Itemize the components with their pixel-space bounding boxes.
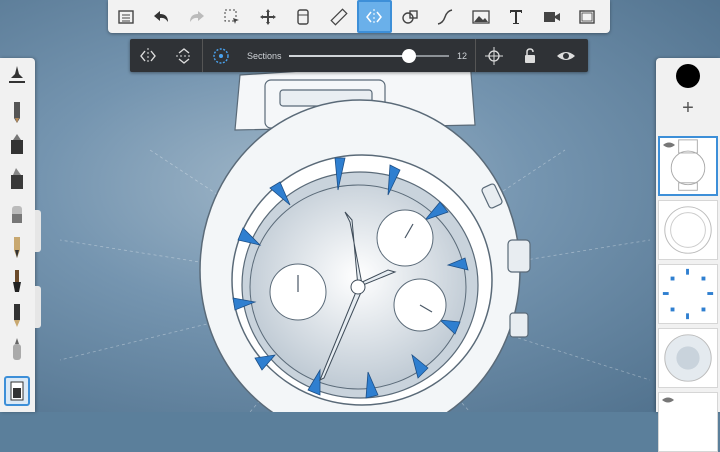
image-button[interactable]: [463, 0, 499, 33]
visibility-button[interactable]: [548, 39, 584, 72]
palette-resize-handle[interactable]: [35, 286, 41, 328]
fullscreen-button[interactable]: [570, 0, 606, 33]
pencil-icon: [14, 102, 20, 123]
radial-symmetry-icon: [213, 47, 229, 64]
add-layer-button[interactable]: +: [678, 98, 698, 118]
redo-icon: [189, 10, 204, 22]
smudge-icon: [13, 338, 21, 360]
brush-palette: [0, 58, 35, 412]
sections-value: 12: [456, 50, 467, 61]
selected-brush-icon: [10, 381, 24, 401]
eye-icon: [663, 142, 675, 148]
symmetry-center-button[interactable]: [476, 39, 512, 72]
selection-icon: [224, 9, 240, 24]
symmetry-icon: [366, 8, 383, 25]
layer-preview: [664, 206, 712, 254]
eraser-icon: [12, 206, 22, 223]
slider-fill: [289, 54, 409, 57]
eye-icon: [557, 51, 575, 60]
fineliner-icon: [14, 304, 20, 327]
brush-item-selected[interactable]: [4, 376, 30, 406]
brush-item-pencil[interactable]: [4, 96, 30, 126]
marker-icon: [11, 134, 23, 154]
layer-thumbnail[interactable]: [658, 328, 718, 388]
mirror-y-button[interactable]: [166, 39, 202, 72]
symmetry-button[interactable]: [356, 0, 392, 33]
shapes-button[interactable]: [392, 0, 428, 33]
chisel-marker-icon: [11, 168, 23, 189]
palette-resize-handle[interactable]: [35, 210, 41, 252]
radial-symmetry-button[interactable]: [203, 39, 239, 72]
mirror-x-icon: [140, 47, 156, 64]
brush-item-ink[interactable]: [4, 232, 30, 262]
brush-item-smudge[interactable]: [4, 334, 30, 364]
ink-pen-icon: [14, 237, 20, 258]
sections-slider[interactable]: [289, 48, 449, 63]
layer-thumbnail[interactable]: [658, 264, 718, 324]
brush-item-marker[interactable]: [4, 130, 30, 160]
ruler-icon: [330, 7, 348, 26]
transform-icon: [259, 8, 276, 25]
text-icon: [510, 9, 523, 24]
layer-preview: [662, 268, 714, 320]
color-swatch[interactable]: [676, 64, 700, 88]
copic-button[interactable]: [286, 0, 322, 33]
symmetry-options-bar: Sections 12: [130, 39, 588, 72]
video-icon: [543, 11, 560, 22]
layers-list-icon: [118, 9, 134, 24]
slider-thumb[interactable]: [402, 48, 416, 63]
layer-thumbnail[interactable]: [658, 136, 718, 196]
mirror-x-button[interactable]: [130, 39, 166, 72]
curve-icon: [438, 8, 453, 25]
airbrush-icon: [9, 66, 25, 83]
shapes-icon: [402, 9, 418, 24]
copic-icon: [297, 8, 309, 25]
brush-item-fineliner[interactable]: [4, 300, 30, 330]
redo-button[interactable]: [179, 0, 215, 33]
layer-thumbnail[interactable]: [658, 200, 718, 260]
layers-panel: +: [656, 58, 720, 452]
paint-brush-icon: [13, 270, 21, 292]
undo-button[interactable]: [144, 0, 180, 33]
mirror-y-icon: [176, 47, 192, 64]
ruler-button[interactable]: [321, 0, 357, 33]
brush-item-chisel[interactable]: [4, 164, 30, 194]
main-toolbar: [108, 0, 610, 33]
text-button[interactable]: [499, 0, 535, 33]
fullscreen-icon: [579, 9, 595, 24]
unlock-icon: [525, 47, 535, 63]
crosshair-icon: [485, 46, 503, 65]
curve-button[interactable]: [428, 0, 464, 33]
lock-button[interactable]: [512, 39, 548, 72]
layer-preview: [664, 334, 712, 382]
brush-item-eraser[interactable]: [4, 198, 30, 228]
brush-item-brush[interactable]: [4, 266, 30, 296]
layers-list-button[interactable]: [108, 0, 144, 33]
sections-label: Sections: [247, 50, 282, 61]
brush-item-airbrush[interactable]: [4, 62, 30, 92]
selection-button[interactable]: [215, 0, 251, 33]
video-button[interactable]: [534, 0, 570, 33]
layer-thumbnail[interactable]: [658, 392, 718, 452]
transform-button[interactable]: [250, 0, 286, 33]
eye-icon: [662, 397, 674, 403]
undo-icon: [154, 10, 169, 22]
image-icon: [472, 9, 490, 24]
